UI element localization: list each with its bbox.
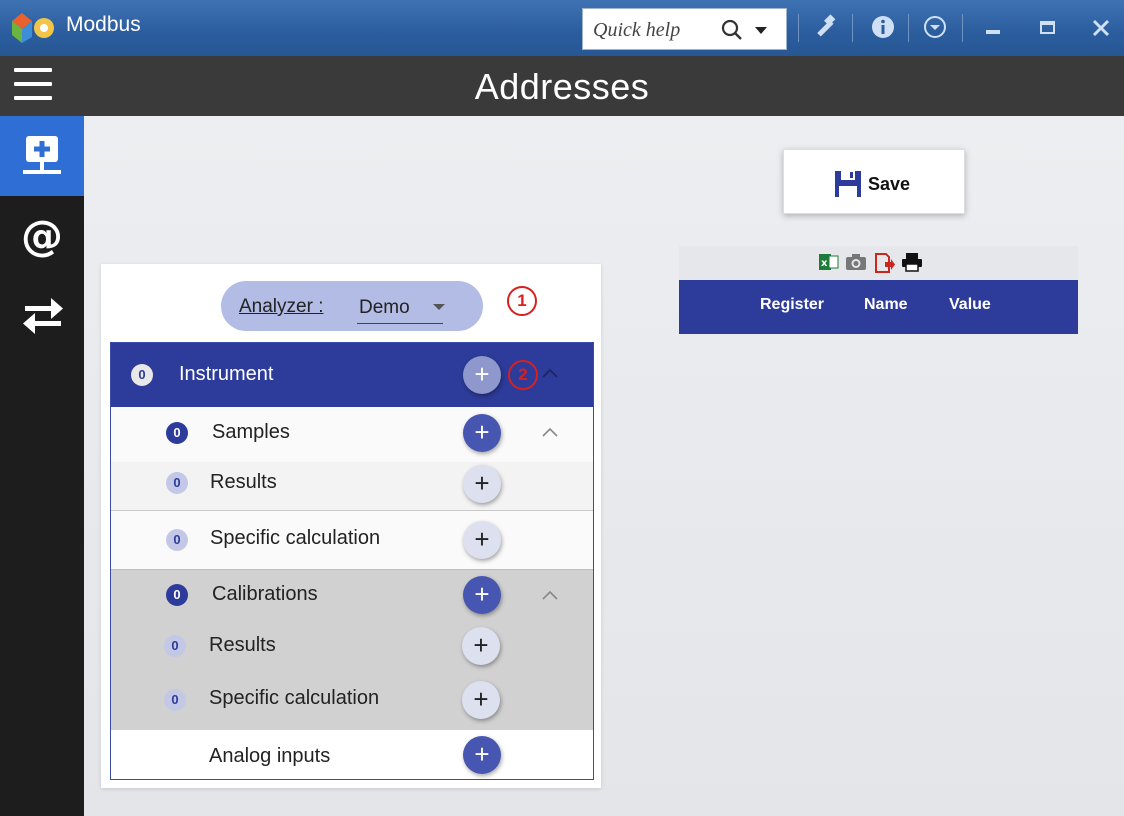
table-header: Register Name Value (679, 280, 1078, 334)
quick-help-box (582, 8, 787, 50)
add-analog-inputs-button[interactable]: + (463, 736, 501, 774)
tree-label: Results (209, 634, 276, 656)
chevron-down-icon[interactable] (755, 27, 767, 35)
minimize-icon[interactable] (985, 22, 1003, 34)
tree-label: Analog inputs (209, 745, 331, 767)
count-badge: 0 (164, 635, 186, 657)
tree-label: Results (210, 471, 277, 493)
address-tree: 0 Instrument + 0 Samples + 0 Results + 0… (110, 342, 594, 780)
chevron-down-icon (433, 304, 445, 310)
tree-label: Samples (212, 421, 290, 443)
left-nav: @ (0, 116, 84, 816)
count-badge: 0 (166, 584, 188, 606)
quick-help-input[interactable] (591, 16, 713, 44)
maximize-icon[interactable] (1040, 20, 1056, 36)
toolbar-separator (962, 14, 963, 42)
at-sign-icon: @ (21, 214, 63, 258)
chevron-up-icon[interactable] (541, 367, 559, 379)
column-header-register[interactable]: Register (760, 296, 824, 314)
add-specific-calculation-button[interactable]: + (462, 681, 500, 719)
analyzer-value: Demo (359, 297, 410, 318)
add-samples-button[interactable]: + (463, 414, 501, 452)
toolbar-separator (798, 14, 799, 42)
tree-row-samples-specific-calculation[interactable]: 0 Specific calculation + (111, 511, 593, 569)
export-icon[interactable] (873, 252, 895, 274)
nav-addresses[interactable]: @ (0, 196, 84, 276)
tree-row-calibrations[interactable]: 0 Calibrations + (111, 569, 593, 622)
swap-arrows-icon (23, 298, 63, 334)
network-add-icon (23, 136, 61, 174)
tree-label: Specific calculation (209, 687, 380, 709)
page-title: Addresses (474, 66, 650, 107)
add-specific-calculation-button[interactable]: + (463, 521, 501, 559)
column-header-value[interactable]: Value (949, 296, 991, 314)
tree-row-calibrations-specific-calculation[interactable]: 0 Specific calculation + (111, 673, 593, 730)
column-header-name[interactable]: Name (864, 296, 908, 314)
toolbar-separator (908, 14, 909, 42)
app-logo-icon (12, 13, 54, 43)
window-title: Modbus (66, 13, 141, 36)
tree-row-samples[interactable]: 0 Samples + (111, 407, 593, 462)
count-badge: 0 (166, 422, 188, 444)
add-results-button[interactable]: + (463, 465, 501, 503)
tree-label: Instrument (179, 363, 274, 385)
excel-icon[interactable]: x (819, 252, 839, 272)
svg-text:x: x (821, 258, 828, 269)
callout-marker-1: 1 (507, 286, 537, 316)
count-badge: 0 (131, 364, 153, 386)
tree-row-analog-inputs[interactable]: Analog inputs + (111, 730, 593, 779)
count-badge: 0 (164, 689, 186, 711)
save-button[interactable]: Save (783, 149, 965, 214)
tree-label: Specific calculation (210, 527, 381, 549)
add-instrument-button[interactable]: + (463, 356, 501, 394)
camera-icon[interactable] (845, 252, 867, 272)
info-icon[interactable] (870, 14, 896, 40)
callout-marker-2: 2 (508, 360, 538, 390)
save-button-label: Save (868, 174, 911, 194)
analyzer-underline (357, 323, 443, 324)
title-bar: Modbus (0, 0, 1124, 56)
floppy-disk-icon (835, 171, 861, 197)
count-badge: 0 (166, 472, 188, 494)
nav-network-add[interactable] (0, 116, 84, 196)
search-icon[interactable] (721, 19, 743, 41)
svg-text:@: @ (21, 214, 63, 258)
toolbar-separator (852, 14, 853, 42)
analyzer-label: Analyzer : (239, 296, 324, 317)
tree-row-samples-results[interactable]: 0 Results + (111, 462, 593, 511)
table-toolbar: x (679, 246, 1078, 280)
options-dropdown-icon[interactable] (922, 14, 948, 40)
print-icon[interactable] (901, 252, 923, 272)
chevron-up-icon[interactable] (541, 426, 559, 438)
chevron-up-icon[interactable] (541, 589, 559, 601)
page-header: Addresses (0, 56, 1124, 116)
close-icon[interactable] (1092, 19, 1110, 37)
count-badge: 0 (166, 529, 188, 551)
hammer-icon[interactable] (812, 14, 838, 40)
analyzer-selector[interactable]: Analyzer : Demo (221, 281, 483, 331)
add-calibrations-button[interactable]: + (463, 576, 501, 614)
nav-transfer[interactable] (0, 276, 84, 356)
tree-row-calibrations-results[interactable]: 0 Results + (111, 621, 593, 673)
add-results-button[interactable]: + (462, 627, 500, 665)
tree-label: Calibrations (212, 583, 318, 605)
